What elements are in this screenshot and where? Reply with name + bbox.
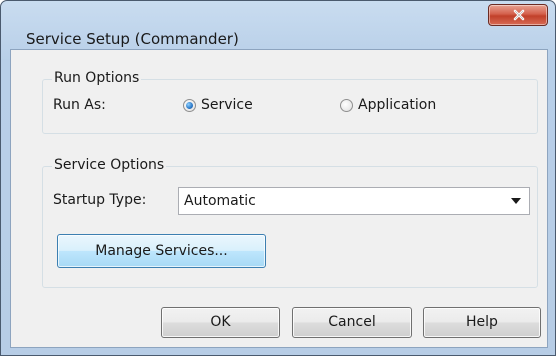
- run-options-legend: Run Options: [52, 70, 142, 86]
- close-button[interactable]: [488, 4, 548, 26]
- ok-button[interactable]: OK: [161, 307, 280, 338]
- ok-label: OK: [210, 314, 231, 330]
- startup-type-select[interactable]: Automatic: [178, 187, 530, 215]
- manage-services-label: Manage Services...: [95, 243, 228, 259]
- cancel-label: Cancel: [328, 314, 376, 330]
- help-label: Help: [466, 314, 498, 330]
- service-options-legend: Service Options: [52, 157, 167, 173]
- radio-application-label[interactable]: Application: [358, 97, 436, 113]
- chevron-down-icon: [511, 198, 521, 204]
- cancel-button[interactable]: Cancel: [292, 307, 412, 338]
- service-options-group: Service Options Startup Type: Automatic …: [42, 157, 538, 288]
- radio-application[interactable]: [340, 99, 353, 112]
- close-icon: [513, 9, 525, 21]
- dialog-window: Service Setup (Commander) Run Options Ru…: [0, 0, 556, 356]
- run-as-label: Run As:: [53, 97, 106, 113]
- title-bar[interactable]: Service Setup (Commander): [1, 1, 555, 48]
- radio-service-label[interactable]: Service: [201, 97, 253, 113]
- help-button[interactable]: Help: [423, 307, 541, 338]
- run-options-group: Run Options Run As: Service Application: [42, 70, 538, 134]
- manage-services-button[interactable]: Manage Services...: [57, 234, 266, 268]
- dialog-body: Run Options Run As: Service Application …: [10, 49, 548, 348]
- radio-selected-dot: [186, 102, 193, 109]
- radio-service[interactable]: [183, 99, 196, 112]
- window-title: Service Setup (Commander): [26, 30, 239, 48]
- startup-type-value: Automatic: [184, 193, 256, 209]
- startup-type-label: Startup Type:: [53, 192, 147, 208]
